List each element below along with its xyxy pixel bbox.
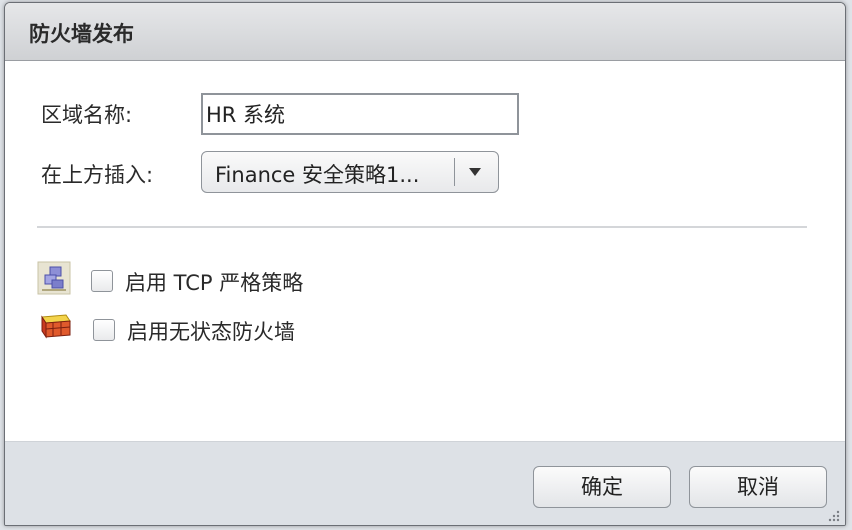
section-separator: [37, 226, 807, 228]
firewall-brick-icon: [41, 314, 71, 339]
insert-above-label: 在上方插入:: [41, 163, 154, 187]
stateless-firewall-label: 启用无状态防火墙: [127, 320, 295, 344]
dialog-title-bar[interactable]: 防火墙发布: [5, 3, 845, 61]
cancel-button[interactable]: 取消: [689, 466, 827, 508]
ok-button[interactable]: 确定: [533, 466, 671, 508]
network-policy-icon: [37, 261, 71, 295]
stateless-firewall-checkbox[interactable]: [93, 319, 115, 341]
resize-grip-icon[interactable]: [825, 507, 841, 523]
select-divider: [454, 158, 455, 186]
chevron-down-icon[interactable]: [469, 168, 481, 176]
dialog-body: 区域名称: 在上方插入: Finance 安全策略1... 启用 TCP 严格策…: [5, 61, 845, 441]
insert-above-selected-value: Finance 安全策略1...: [215, 163, 420, 187]
firewall-publish-dialog: 防火墙发布 区域名称: 在上方插入: Finance 安全策略1... 启用 T…: [4, 2, 846, 526]
tcp-strict-checkbox[interactable]: [91, 270, 113, 292]
zone-name-input[interactable]: [201, 93, 519, 135]
tcp-strict-label: 启用 TCP 严格策略: [125, 271, 304, 295]
dialog-title: 防火墙发布: [29, 22, 134, 46]
zone-name-label: 区域名称:: [41, 103, 133, 127]
dialog-footer: 确定 取消: [5, 441, 845, 525]
insert-above-select[interactable]: Finance 安全策略1...: [201, 151, 499, 193]
